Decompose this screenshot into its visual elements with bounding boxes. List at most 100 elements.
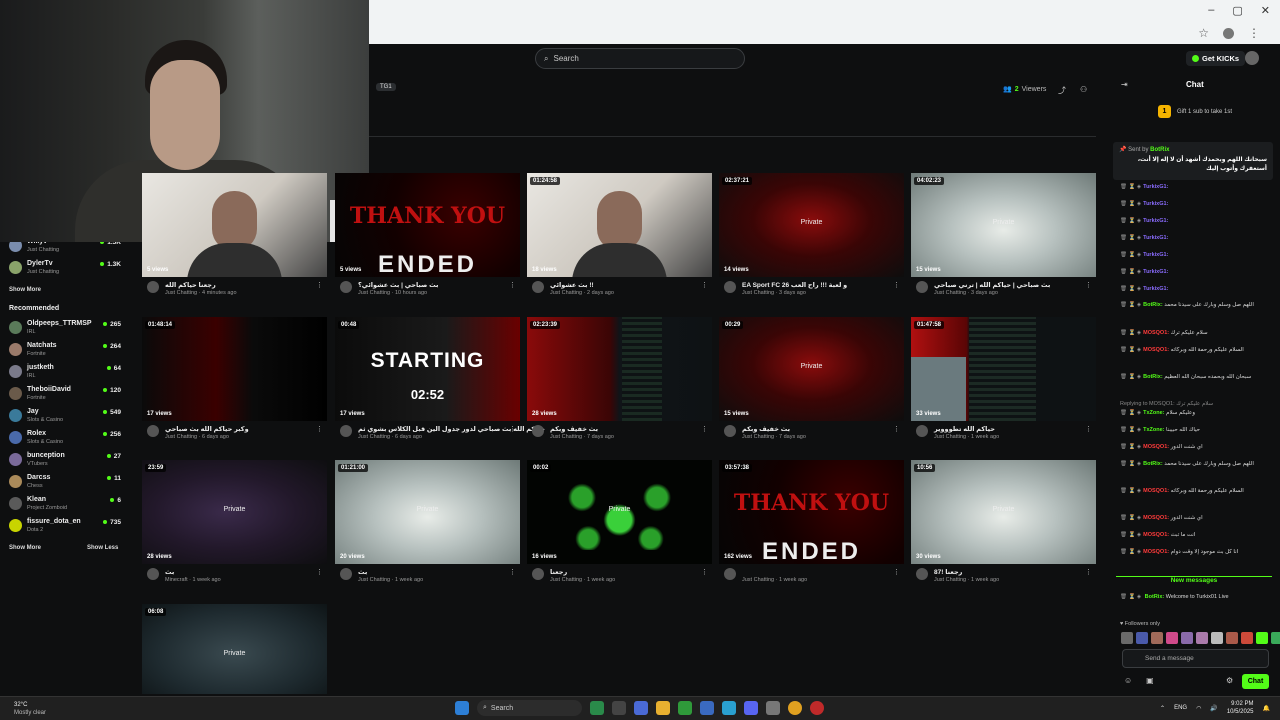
video-thumbnail[interactable]: THANK YOU ENDED 5 views [335, 173, 520, 277]
video-title[interactable]: رجعنا !87 [934, 568, 962, 576]
video-category[interactable]: Just Chatting [934, 290, 966, 296]
chat-username[interactable]: TurkixG1: [1143, 286, 1168, 292]
emote[interactable] [1166, 632, 1178, 644]
video-category[interactable]: Just Chatting [165, 290, 197, 296]
video-category[interactable]: Just Chatting [934, 577, 966, 583]
chat-username[interactable]: MOSQO1: [1143, 515, 1169, 521]
app-icon[interactable] [810, 701, 824, 715]
app-icon[interactable] [700, 701, 714, 715]
close-button[interactable]: ✕ [1261, 4, 1270, 17]
more-options-icon[interactable]: ⋮ [893, 281, 900, 289]
video-title[interactable]: EA Sport FC 26 و لعبة !!! راح العب [742, 281, 847, 289]
collapse-chat-icon[interactable]: ⇥ [1121, 80, 1128, 89]
video-thumbnail[interactable]: 01:47:58 33 views [911, 317, 1096, 421]
more-options-icon[interactable]: ⋮ [1085, 281, 1092, 289]
wifi-icon[interactable]: ◠ [1196, 705, 1201, 712]
video-thumbnail[interactable]: Private 10:56 30 views [911, 460, 1096, 564]
video-card[interactable]: 01:47:58 33 views حياكم الله تطوووير Just C… [911, 317, 1096, 447]
sidebar-channel[interactable]: Darcss Chess 11 [9, 473, 121, 493]
taskbar-search[interactable]: ⌕ Search [477, 700, 582, 716]
video-thumbnail[interactable]: 01:48:14 17 views [142, 317, 327, 421]
more-options-icon[interactable]: ⋮ [316, 425, 323, 433]
file-explorer-icon[interactable] [656, 701, 670, 715]
video-title[interactable]: حياكم الله بث صباحي لدور جدول الين قبل ا… [358, 425, 545, 433]
user-avatar[interactable] [1245, 51, 1259, 65]
follow-user-icon[interactable]: ⚇ [1080, 85, 1087, 96]
video-category[interactable]: Minecraft [165, 577, 188, 583]
video-category[interactable]: Just Chatting [550, 577, 582, 583]
video-thumbnail[interactable]: Private 00:29 15 views [719, 317, 904, 421]
maximize-button[interactable]: ▢ [1232, 4, 1242, 17]
language-indicator[interactable]: ENG [1174, 705, 1187, 711]
sidebar-channel[interactable]: justketh IRL 64 [9, 363, 121, 383]
sidebar-channel[interactable]: bunception VTubers 27 [9, 451, 121, 471]
channel-tag[interactable]: TG1 [376, 83, 396, 91]
video-category[interactable]: Just Chatting [358, 577, 390, 583]
video-card[interactable]: Private 10:56 30 views رجعنا !87 Just Chatti… [911, 460, 1096, 590]
video-title[interactable]: حياكم الله تطوووير [934, 425, 995, 433]
video-card[interactable]: 01:24:58 18 views بث عشوائي !! Just Chattin… [527, 173, 712, 303]
video-card[interactable]: Private 04:02:23 15 views بث صباحي | حياكم … [911, 173, 1096, 303]
video-card[interactable]: THANK YOU ENDED 03:57:38 162 views Just Chat… [719, 460, 904, 590]
chat-username[interactable]: MOSQO1: [1143, 330, 1169, 336]
video-card[interactable]: Private 01:21:00 20 views بث Just Chatting ·… [335, 460, 520, 590]
more-options-icon[interactable]: ⋮ [316, 568, 323, 576]
emote[interactable] [1271, 632, 1280, 644]
video-thumbnail[interactable]: THANK YOU ENDED 03:57:38 162 views [719, 460, 904, 564]
chat-username[interactable]: TxZone: [1143, 427, 1164, 433]
video-title[interactable]: بث صباحي | بث عشوائي؟ [358, 281, 438, 289]
show-more-recommended[interactable]: Show More [9, 545, 41, 551]
chat-username[interactable]: TurkixG1: [1143, 235, 1168, 241]
show-less-recommended[interactable]: Show Less [87, 545, 118, 551]
video-thumbnail[interactable]: Private 00:02 16 views [527, 460, 712, 564]
more-options-icon[interactable]: ⋮ [701, 568, 708, 576]
edge-icon[interactable] [722, 701, 736, 715]
more-options-icon[interactable]: ⋮ [316, 281, 323, 289]
emote-picker-icon[interactable]: ☺ [1124, 676, 1132, 685]
video-category[interactable]: Just Chatting [742, 577, 774, 583]
video-category[interactable]: Just Chatting [165, 434, 197, 440]
video-title[interactable]: رجعنا حياكم الله [165, 281, 216, 289]
task-view-icon[interactable] [612, 701, 626, 715]
video-title[interactable]: بث عشوائي !! [550, 281, 594, 289]
video-category[interactable]: Just Chatting [358, 434, 390, 440]
video-card[interactable]: 01:48:14 17 views وكبر حياكم الله بث صباحي… [142, 317, 327, 447]
more-options-icon[interactable]: ⋮ [509, 281, 516, 289]
chevron-up-icon[interactable]: ⌃ [1160, 705, 1165, 712]
chat-username[interactable]: BotRix: [1143, 461, 1163, 467]
video-title[interactable]: بث [165, 568, 174, 576]
emote[interactable] [1121, 632, 1133, 644]
chat-username[interactable]: BotRix: [1145, 594, 1165, 600]
discord-icon[interactable] [744, 701, 758, 715]
video-card[interactable]: Private 00:29 15 views بث خفيف وبكم Just Cha… [719, 317, 904, 447]
more-options-icon[interactable]: ⋮ [893, 568, 900, 576]
video-thumbnail[interactable]: Private 06:08 [142, 604, 327, 694]
emote[interactable] [1196, 632, 1208, 644]
video-card[interactable]: Private 00:02 16 views رجعنا Just Chatting ·… [527, 460, 712, 590]
video-card[interactable]: STARTING 02:52 00:48 17 views حياكم الله بث … [335, 317, 545, 447]
video-card[interactable]: Private 23:59 28 views بث Minecraft · 1 week… [142, 460, 327, 590]
chat-username[interactable]: TurkixG1: [1143, 252, 1168, 258]
new-messages-divider[interactable]: New messages [1116, 576, 1272, 585]
video-category[interactable]: Just Chatting [742, 290, 774, 296]
emote[interactable] [1151, 632, 1163, 644]
video-card[interactable]: Private 06:08 [142, 604, 327, 694]
clock[interactable]: 9:02 PM 10/5/2025 [1227, 700, 1254, 716]
chat-username[interactable]: TxZone: [1143, 410, 1164, 416]
video-category[interactable]: Just Chatting [358, 290, 390, 296]
app-icon[interactable] [590, 701, 604, 715]
more-options-icon[interactable]: ⋮ [701, 281, 708, 289]
video-card[interactable]: THANK YOU ENDED 5 views بث صباحي | بث عشوائ… [335, 173, 520, 303]
chat-username[interactable]: TurkixG1: [1143, 269, 1168, 275]
app-icon[interactable] [678, 701, 692, 715]
chat-input[interactable]: Send a message [1122, 649, 1269, 668]
chat-username[interactable]: MOSQO1: [1143, 347, 1169, 353]
video-thumbnail[interactable]: Private 01:21:00 20 views [335, 460, 520, 564]
browser-menu-button[interactable]: ⋮ [1248, 26, 1260, 40]
more-options-icon[interactable]: ⋮ [1085, 568, 1092, 576]
chat-username[interactable]: TurkixG1: [1143, 201, 1168, 207]
minimize-button[interactable]: – [1208, 4, 1214, 17]
more-options-icon[interactable]: ⋮ [509, 568, 516, 576]
app-icon[interactable] [766, 701, 780, 715]
video-thumbnail[interactable]: 02:23:39 28 views [527, 317, 712, 421]
